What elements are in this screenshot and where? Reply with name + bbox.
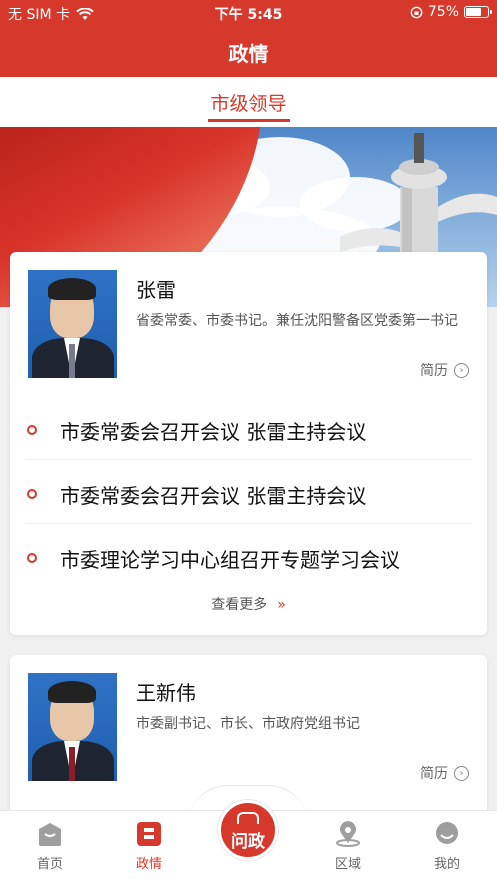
resume-link[interactable]: 简历 ›	[420, 360, 469, 380]
news-title: 市委常委会召开会议 张雷主持会议	[60, 420, 367, 444]
view-more-label: 查看更多	[211, 597, 268, 613]
location-pin-icon	[336, 821, 360, 847]
leader-photo	[28, 270, 117, 378]
ask-government-icon	[237, 812, 259, 824]
bullet-icon	[27, 553, 37, 563]
leader-description: 省委常委、市委书记。兼任沈阳警备区党委第一书记	[136, 313, 458, 329]
news-item[interactable]: 市委理论学习中心组召开专题学习会议	[10, 524, 487, 588]
page-title: 政情	[228, 42, 269, 66]
news-title: 市委常委会召开会议 张雷主持会议	[60, 484, 367, 508]
chevron-right-icon: ›	[454, 765, 469, 781]
nav-region-label: 区域	[334, 857, 361, 872]
nav-politics-label: 政情	[135, 857, 162, 872]
home-icon	[39, 823, 61, 846]
news-item[interactable]: 市委常委会召开会议 张雷主持会议	[10, 396, 487, 460]
orientation-lock-icon	[410, 6, 423, 18]
view-more-link[interactable]: 查看更多 »	[10, 594, 487, 614]
tab-city-leaders-label: 市级领导	[210, 93, 287, 115]
politics-icon	[137, 822, 161, 846]
resume-label: 简历	[420, 363, 448, 379]
app-header: 无 SIM 卡 下午 5:45 75% 政情	[0, 0, 497, 77]
news-title: 市委理论学习中心组召开专题学习会议	[60, 548, 400, 572]
ask-government-label: 问政	[231, 832, 265, 852]
double-chevron-right-icon: »	[277, 597, 286, 613]
nav-home[interactable]: 首页	[20, 821, 80, 872]
battery-percent: 75%	[427, 4, 459, 20]
nav-home-label: 首页	[36, 857, 63, 872]
leader-name: 张雷	[136, 278, 176, 302]
tab-city-leaders[interactable]: 市级领导	[0, 89, 497, 122]
bullet-icon	[27, 489, 37, 499]
leader-name: 王新伟	[136, 681, 196, 705]
subtab-bar: 市级领导	[0, 77, 497, 127]
leader-description: 市委副书记、市长、市政府党组书记	[136, 716, 360, 732]
nav-profile-label: 我的	[433, 857, 460, 872]
profile-icon	[436, 822, 458, 844]
nav-profile[interactable]: 我的	[417, 821, 477, 872]
active-tab-indicator	[207, 119, 290, 122]
leader-photo	[28, 673, 117, 781]
leader-card: 张雷 省委常委、市委书记。兼任沈阳警备区党委第一书记 简历 › 市委常委会召开会…	[10, 252, 487, 635]
resume-link[interactable]: 简历 ›	[420, 763, 469, 783]
bullet-icon	[27, 425, 37, 435]
ask-government-button[interactable]: 问政	[218, 800, 278, 860]
nav-region[interactable]: 区域	[318, 821, 378, 872]
status-bar: 无 SIM 卡 下午 5:45 75%	[0, 0, 497, 26]
nav-politics[interactable]: 政情	[119, 821, 179, 872]
resume-label: 简历	[420, 766, 448, 782]
battery-icon	[464, 6, 492, 18]
chevron-right-icon: ›	[454, 362, 469, 378]
news-item[interactable]: 市委常委会召开会议 张雷主持会议	[10, 460, 487, 524]
